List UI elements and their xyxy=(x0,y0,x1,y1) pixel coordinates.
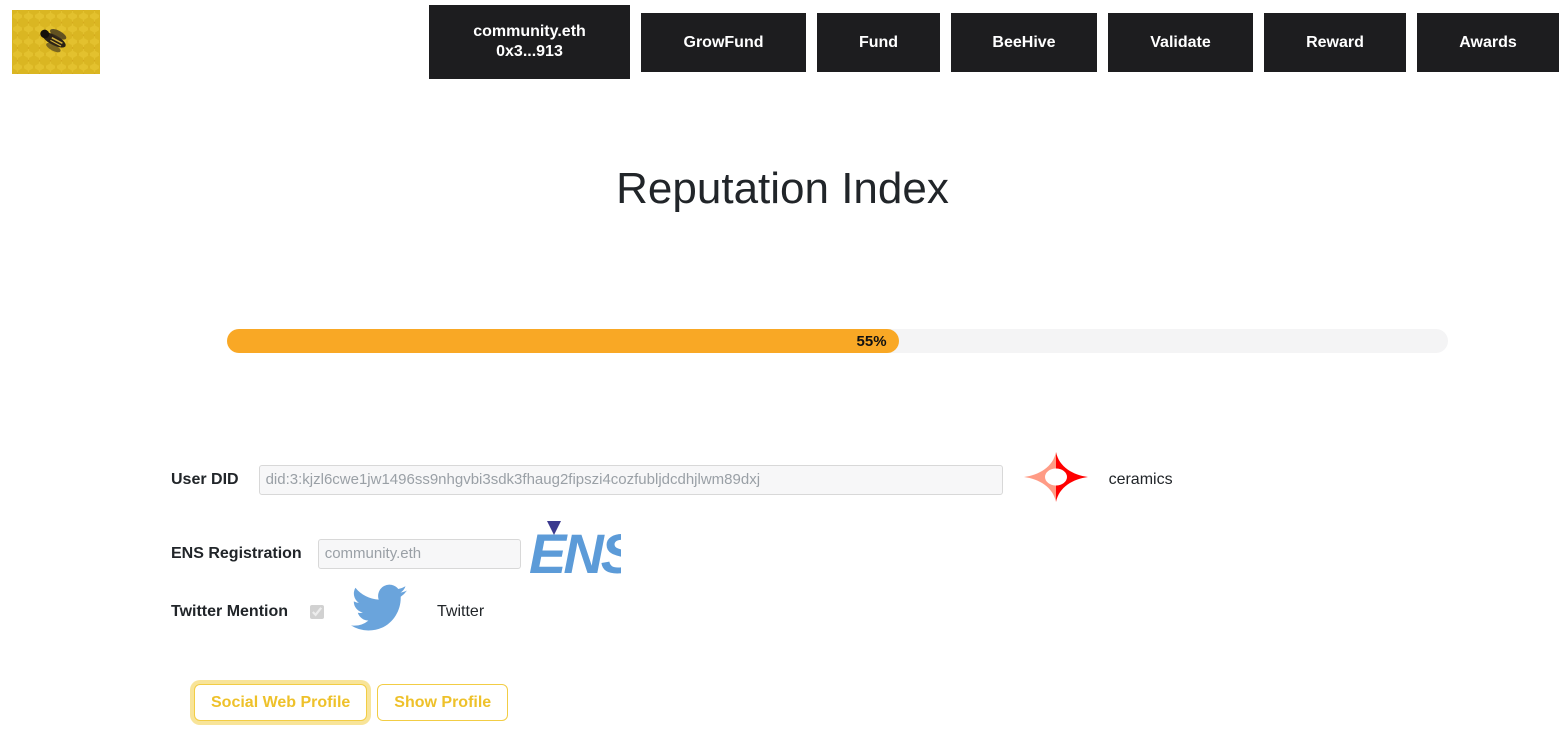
nav-growfund[interactable]: GrowFund xyxy=(641,13,806,72)
honeycomb-bee-logo xyxy=(12,10,100,74)
user-did-row: User DID ceramics xyxy=(171,449,1173,510)
nav-validate[interactable]: Validate xyxy=(1108,13,1253,72)
nav-account-line-0: community.eth xyxy=(473,23,586,40)
nav-account-line-1: 0x3...913 xyxy=(496,43,563,60)
ens-registration-label: ENS Registration xyxy=(171,544,302,562)
page-title: Reputation Index xyxy=(616,164,949,213)
twitter-mention-checkbox[interactable] xyxy=(310,604,325,619)
ens-logo-icon: ENS xyxy=(527,515,640,592)
user-did-label: User DID xyxy=(171,470,239,488)
social-web-profile-button[interactable]: Social Web Profile xyxy=(194,684,368,722)
twitter-bird-icon xyxy=(349,581,411,642)
nav-reward[interactable]: Reward xyxy=(1264,13,1406,72)
twitter-provider-label: Twitter xyxy=(437,602,485,620)
nav-account[interactable]: community.eth 0x3...913 xyxy=(429,5,630,79)
nav-awards[interactable]: Awards xyxy=(1417,13,1559,72)
ens-registration-input[interactable] xyxy=(317,538,521,569)
nav-beehive[interactable]: BeeHive xyxy=(951,13,1097,72)
progress-percent-label: 55% xyxy=(856,332,887,350)
nav-fund[interactable]: Fund xyxy=(817,13,940,72)
twitter-mention-row: Twitter Mention Twitter xyxy=(171,581,484,642)
reputation-progress-bar: 55% xyxy=(227,329,1448,353)
svg-text:ENS: ENS xyxy=(529,522,621,585)
honeycomb-bee-icon xyxy=(12,10,100,74)
progress-fill: 55% xyxy=(227,329,899,353)
top-navigation-bar: community.eth 0x3...913 GrowFund Fund BeeHiv… xyxy=(0,0,1565,90)
ceramic-provider-label: ceramics xyxy=(1108,470,1173,488)
profile-actions: Social Web Profile Show Profile xyxy=(194,684,509,722)
twitter-mention-label: Twitter Mention xyxy=(171,602,289,620)
user-did-input[interactable] xyxy=(258,464,1003,495)
ceramic-logo-icon xyxy=(1021,449,1091,510)
show-profile-button[interactable]: Show Profile xyxy=(377,684,509,722)
